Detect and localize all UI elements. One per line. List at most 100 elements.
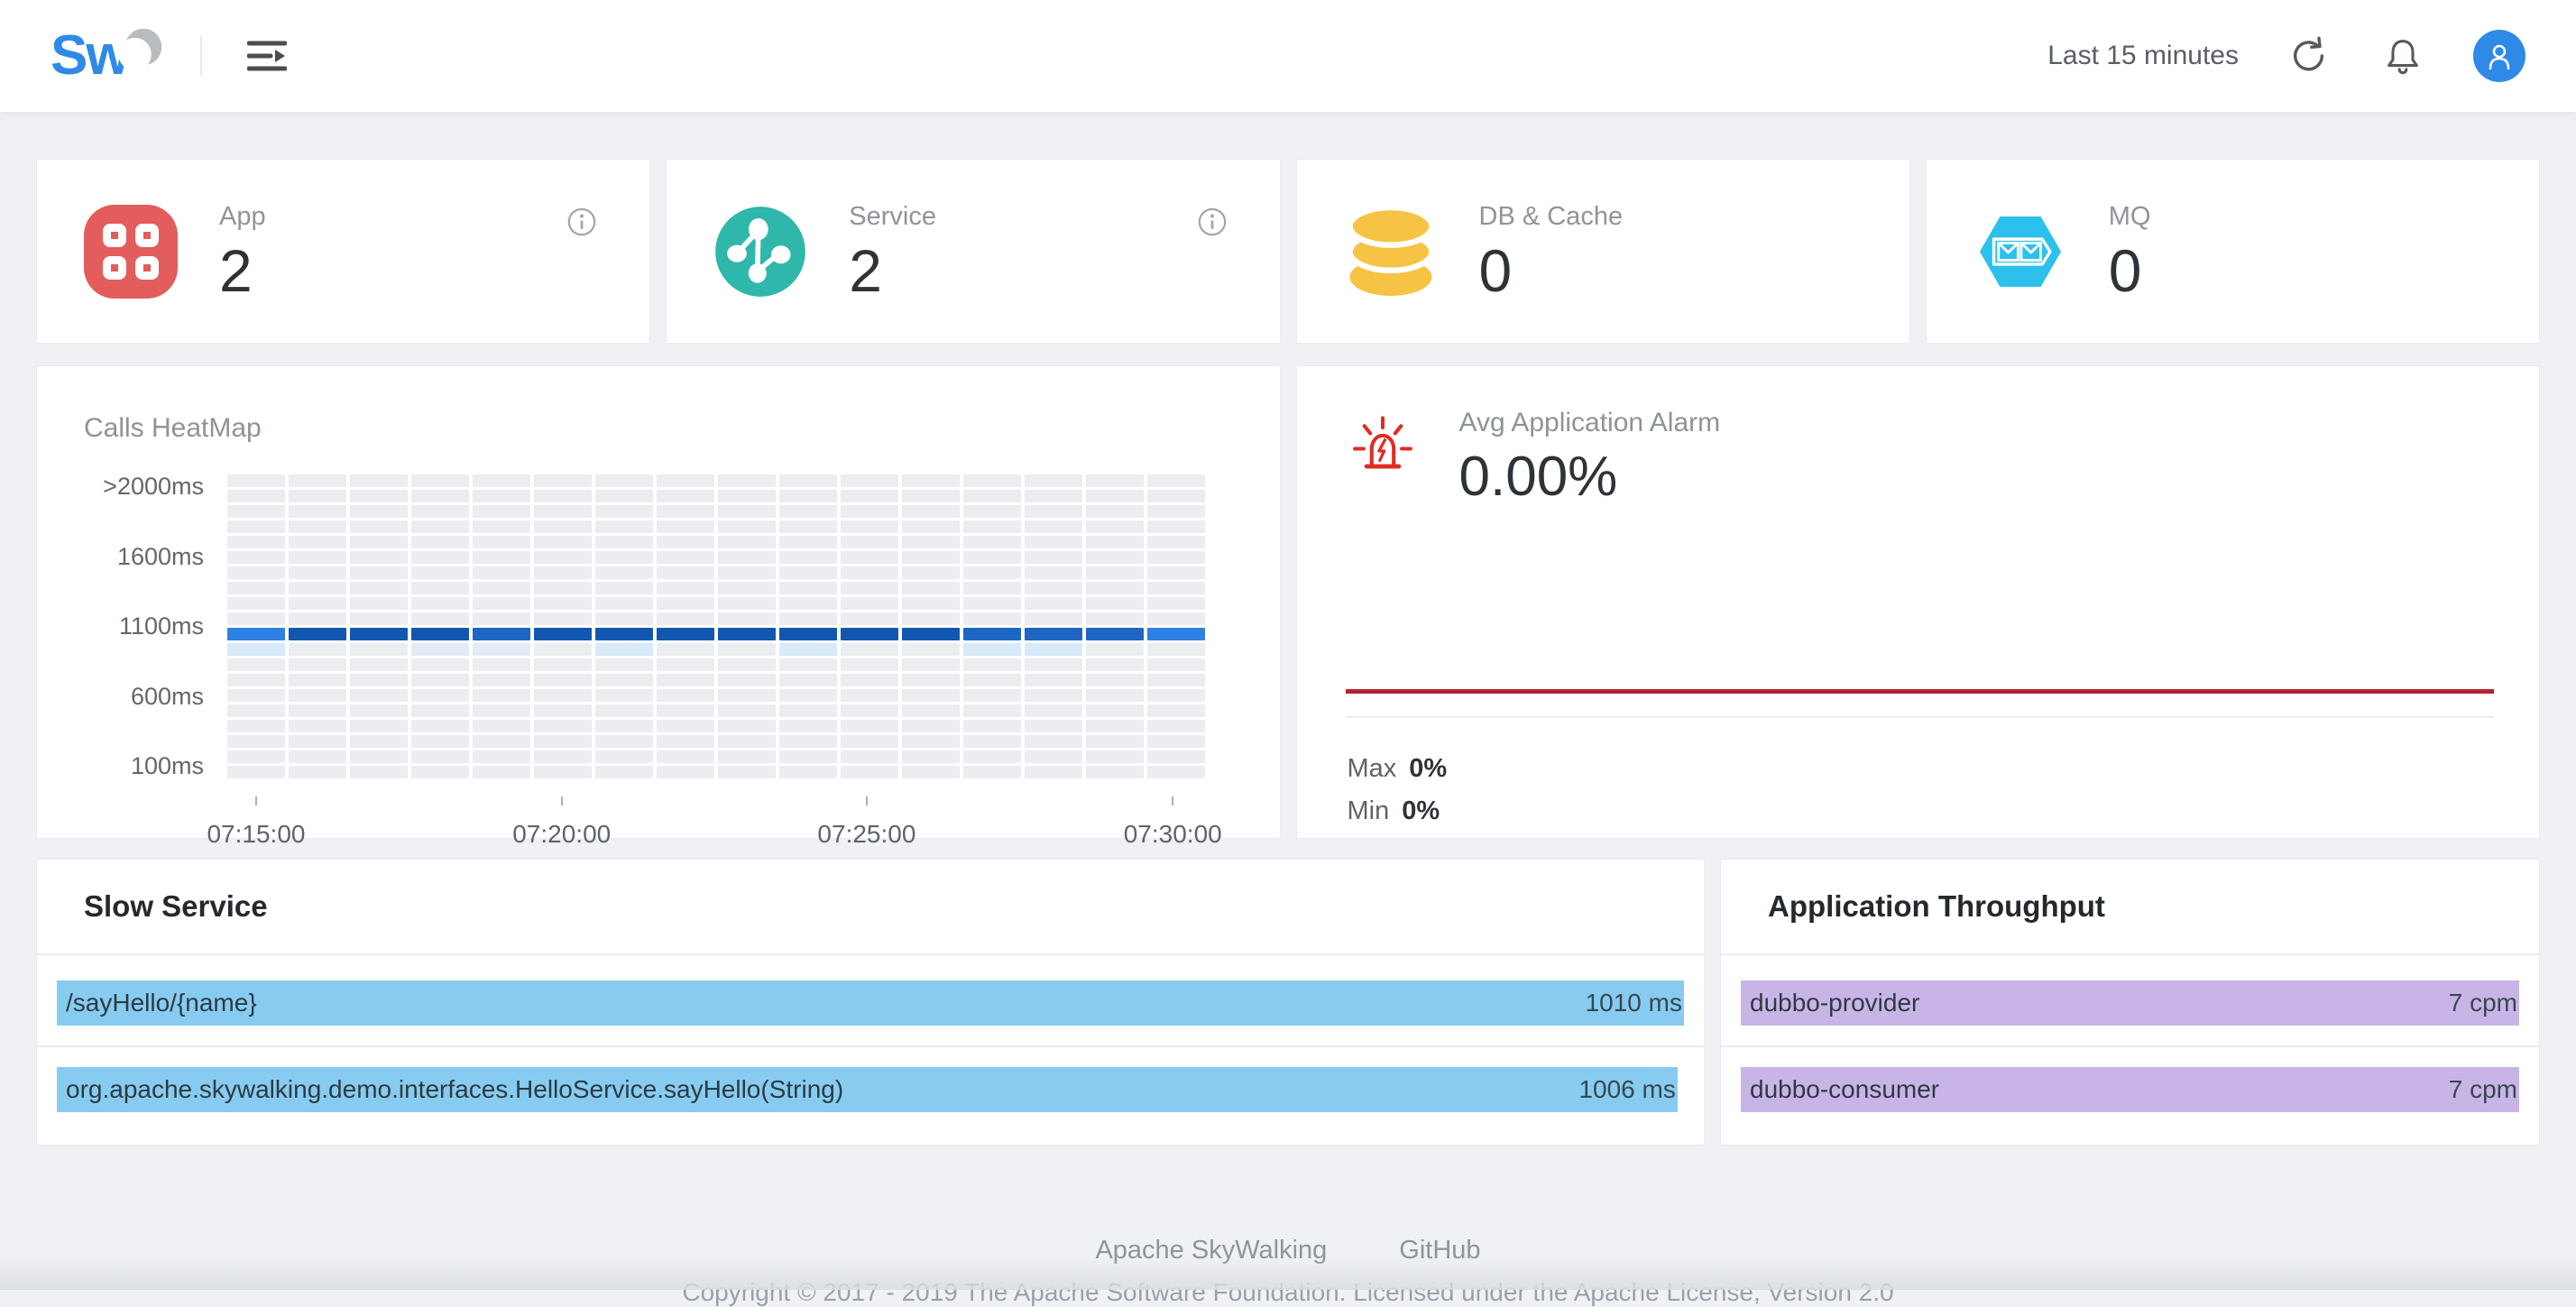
heatmap-cell — [1147, 597, 1205, 610]
heatmap-cell — [779, 505, 837, 518]
calls-heatmap-xlabels: 07:15:0007:20:0007:25:0007:30:00 — [227, 796, 1205, 851]
slow-service-title: Slow Service — [84, 889, 268, 924]
heatmap-cell — [227, 674, 285, 686]
heatmap-cell — [1086, 689, 1144, 702]
heatmap-cell — [350, 766, 408, 778]
heatmap-y-label: >2000ms — [103, 474, 204, 499]
slow-service-bar: org.apache.skywalking.demo.interfaces.He… — [57, 1067, 1678, 1112]
heatmap-cell — [473, 566, 530, 579]
heatmap-x-tick — [866, 796, 868, 805]
heatmap-cell — [902, 612, 960, 625]
heatmap-cell — [779, 536, 837, 548]
heatmap-cell — [1147, 612, 1205, 625]
heatmap-cell — [779, 766, 837, 778]
heatmap-cell — [289, 766, 346, 778]
heatmap-cell — [411, 505, 469, 518]
heatmap-cell — [1086, 720, 1144, 732]
heatmap-cell — [1147, 474, 1205, 487]
heatmap-cell — [779, 643, 837, 656]
heatmap-cell — [350, 536, 408, 548]
heatmap-cell — [595, 612, 653, 625]
footer-link-github[interactable]: GitHub — [1399, 1236, 1480, 1266]
heatmap-cell — [473, 689, 530, 702]
heatmap-cell — [473, 766, 530, 778]
heatmap-cell — [534, 474, 592, 487]
info-icon[interactable] — [566, 207, 597, 242]
heatmap-cell — [350, 689, 408, 702]
heatmap-cell — [657, 704, 714, 717]
heatmap-cell — [350, 520, 408, 533]
alarm-min-label: Min — [1348, 796, 1390, 825]
heatmap-cell — [1025, 674, 1082, 686]
heatmap-cell — [1147, 505, 1205, 518]
alarm-axis-line — [1346, 716, 2495, 718]
user-avatar[interactable] — [2473, 30, 2525, 82]
heatmap-cell — [841, 689, 898, 702]
heatmap-cell — [841, 474, 898, 487]
heatmap-cell — [963, 643, 1021, 656]
stat-card-app: App 2 — [36, 159, 650, 344]
heatmap-cell — [657, 674, 714, 686]
heatmap-cell — [718, 566, 776, 579]
heatmap-cell — [289, 597, 346, 610]
time-range-selector[interactable]: Last 15 minutes — [2047, 41, 2239, 71]
heatmap-cell — [350, 720, 408, 732]
heatmap-cell — [1147, 720, 1205, 732]
slow-service-row: /sayHello/{name} 1010 ms — [57, 980, 1684, 1026]
heatmap-cell — [1025, 658, 1082, 671]
heatmap-cell — [534, 735, 592, 748]
notifications-bell-icon[interactable] — [2379, 32, 2426, 79]
heatmap-cell — [289, 536, 346, 548]
heatmap-cell — [595, 628, 653, 640]
heatmap-cell — [718, 612, 776, 625]
footer-link-skywalking[interactable]: Apache SkyWalking — [1095, 1236, 1327, 1266]
heatmap-cell — [902, 674, 960, 686]
heatmap-cell — [227, 536, 285, 548]
slow-service-latency: 1006 ms — [1578, 1067, 1675, 1112]
heatmap-cell — [718, 720, 776, 732]
heatmap-cell — [595, 551, 653, 564]
refresh-icon[interactable] — [2286, 32, 2332, 79]
heatmap-cell — [1086, 474, 1144, 487]
collapse-menu-icon[interactable] — [242, 31, 292, 81]
heatmap-cell — [473, 628, 530, 640]
heatmap-cell — [1147, 628, 1205, 640]
heatmap-cell — [473, 720, 530, 732]
heatmap-cell — [902, 720, 960, 732]
heatmap-cell — [779, 597, 837, 610]
heatmap-cell — [963, 628, 1021, 640]
heatmap-cell — [595, 474, 653, 487]
top-navbar: Sw Last 15 minutes — [0, 0, 2576, 112]
heatmap-cell — [289, 551, 346, 564]
heatmap-cell — [227, 551, 285, 564]
heatmap-cell — [289, 643, 346, 656]
info-icon[interactable] — [1197, 207, 1228, 242]
heatmap-cell — [350, 628, 408, 640]
heatmap-cell — [1025, 505, 1082, 518]
heatmap-cell — [411, 628, 469, 640]
heatmap-cell — [534, 628, 592, 640]
stat-value: 0 — [2109, 241, 2151, 300]
heatmap-cell — [289, 490, 346, 502]
heatmap-cell — [902, 474, 960, 487]
heatmap-cell — [595, 704, 653, 717]
heatmap-cell — [411, 520, 469, 533]
heatmap-cell — [289, 520, 346, 533]
heatmap-cell — [779, 750, 837, 763]
heatmap-cell — [1025, 582, 1082, 594]
heatmap-x-label: 07:25:00 — [817, 820, 915, 849]
heatmap-cell — [411, 735, 469, 748]
skywalking-logo[interactable]: Sw — [51, 28, 168, 84]
heatmap-cell — [718, 520, 776, 533]
heatmap-cell — [779, 490, 837, 502]
heatmap-cell — [1086, 612, 1144, 625]
heatmap-cell — [657, 750, 714, 763]
heatmap-cell — [1086, 628, 1144, 640]
heatmap-cell — [1025, 704, 1082, 717]
heatmap-cell — [963, 582, 1021, 594]
heatmap-cell — [289, 505, 346, 518]
navbar-divider — [200, 36, 202, 76]
heatmap-cell — [1025, 612, 1082, 625]
heatmap-cell — [718, 474, 776, 487]
heatmap-cell — [657, 735, 714, 748]
